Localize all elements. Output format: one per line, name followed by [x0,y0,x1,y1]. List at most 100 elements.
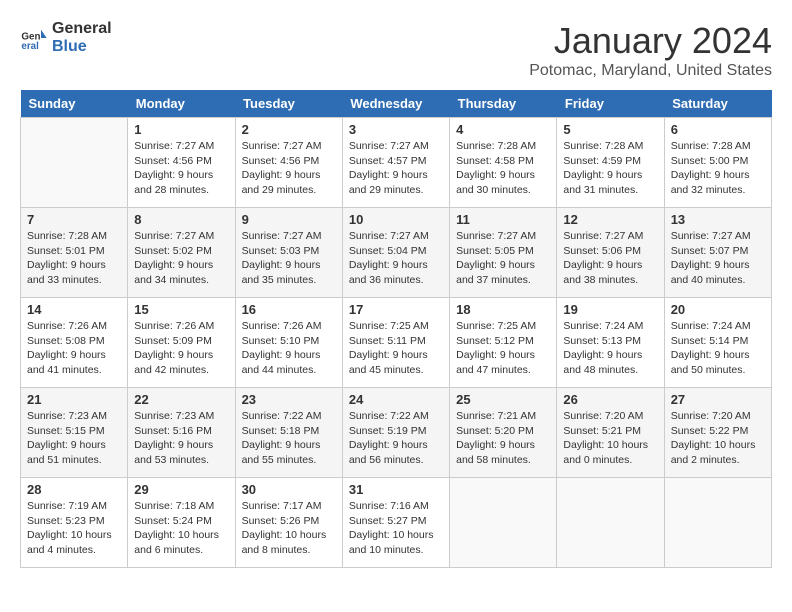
calendar-cell: 29 Sunrise: 7:18 AM Sunset: 5:24 PM Dayli… [128,478,235,568]
calendar-cell: 19 Sunrise: 7:24 AM Sunset: 5:13 PM Dayli… [557,298,664,388]
day-number: 7 [27,212,121,227]
day-number: 2 [242,122,336,137]
weekday-header: Monday [128,90,235,118]
day-info: Sunrise: 7:27 AM Sunset: 5:06 PM Dayligh… [563,229,657,288]
calendar-cell [450,478,557,568]
calendar-cell: 26 Sunrise: 7:20 AM Sunset: 5:21 PM Dayli… [557,388,664,478]
page-header: Gen eral General Blue January 2024 Potom… [20,20,772,80]
svg-text:eral: eral [21,41,39,52]
calendar-cell: 28 Sunrise: 7:19 AM Sunset: 5:23 PM Dayli… [21,478,128,568]
day-info: Sunrise: 7:26 AM Sunset: 5:09 PM Dayligh… [134,319,228,378]
day-info: Sunrise: 7:27 AM Sunset: 5:07 PM Dayligh… [671,229,765,288]
day-number: 26 [563,392,657,407]
day-info: Sunrise: 7:28 AM Sunset: 5:00 PM Dayligh… [671,139,765,198]
day-number: 10 [349,212,443,227]
calendar-cell: 24 Sunrise: 7:22 AM Sunset: 5:19 PM Dayli… [342,388,449,478]
calendar-week-row: 1 Sunrise: 7:27 AM Sunset: 4:56 PM Daylig… [21,118,772,208]
day-info: Sunrise: 7:23 AM Sunset: 5:16 PM Dayligh… [134,409,228,468]
day-number: 30 [242,482,336,497]
day-number: 5 [563,122,657,137]
day-number: 14 [27,302,121,317]
calendar-cell: 13 Sunrise: 7:27 AM Sunset: 5:07 PM Dayli… [664,208,771,298]
calendar-cell: 14 Sunrise: 7:26 AM Sunset: 5:08 PM Dayli… [21,298,128,388]
day-info: Sunrise: 7:27 AM Sunset: 5:04 PM Dayligh… [349,229,443,288]
calendar-cell: 4 Sunrise: 7:28 AM Sunset: 4:58 PM Daylig… [450,118,557,208]
weekday-header: Thursday [450,90,557,118]
calendar-cell: 6 Sunrise: 7:28 AM Sunset: 5:00 PM Daylig… [664,118,771,208]
day-number: 13 [671,212,765,227]
day-info: Sunrise: 7:24 AM Sunset: 5:14 PM Dayligh… [671,319,765,378]
calendar-cell: 18Sunrise: 7:25 AM Sunset: 5:12 PM Dayli… [450,298,557,388]
day-number: 22 [134,392,228,407]
calendar-body: 1 Sunrise: 7:27 AM Sunset: 4:56 PM Daylig… [21,118,772,568]
day-number: 8 [134,212,228,227]
calendar-week-row: 21 Sunrise: 7:23 AM Sunset: 5:15 PM Dayli… [21,388,772,478]
day-info: Sunrise: 7:20 AM Sunset: 5:21 PM Dayligh… [563,409,657,468]
weekday-header: Sunday [21,90,128,118]
calendar-cell [557,478,664,568]
calendar-cell: 27 Sunrise: 7:20 AM Sunset: 5:22 PM Dayli… [664,388,771,478]
day-info: Sunrise: 7:18 AM Sunset: 5:24 PM Dayligh… [134,499,228,558]
calendar-header-row: SundayMondayTuesdayWednesdayThursdayFrid… [21,90,772,118]
calendar-cell: 2 Sunrise: 7:27 AM Sunset: 4:56 PM Daylig… [235,118,342,208]
weekday-header: Saturday [664,90,771,118]
day-number: 6 [671,122,765,137]
day-info: Sunrise: 7:28 AM Sunset: 4:58 PM Dayligh… [456,139,550,198]
day-info: Sunrise: 7:27 AM Sunset: 4:56 PM Dayligh… [134,139,228,198]
day-number: 12 [563,212,657,227]
day-number: 9 [242,212,336,227]
calendar-table: SundayMondayTuesdayWednesdayThursdayFrid… [20,90,772,568]
day-number: 28 [27,482,121,497]
logo: Gen eral General Blue [20,20,112,55]
calendar-cell: 31 Sunrise: 7:16 AM Sunset: 5:27 PM Dayli… [342,478,449,568]
day-info: Sunrise: 7:26 AM Sunset: 5:08 PM Dayligh… [27,319,121,378]
day-info: Sunrise: 7:27 AM Sunset: 4:56 PM Dayligh… [242,139,336,198]
calendar-cell: 11Sunrise: 7:27 AM Sunset: 5:05 PM Dayli… [450,208,557,298]
calendar-cell: 12 Sunrise: 7:27 AM Sunset: 5:06 PM Dayli… [557,208,664,298]
calendar-cell: 16Sunrise: 7:26 AM Sunset: 5:10 PM Dayli… [235,298,342,388]
day-number: 29 [134,482,228,497]
day-info: Sunrise: 7:17 AM Sunset: 5:26 PM Dayligh… [242,499,336,558]
day-info: Sunrise: 7:28 AM Sunset: 5:01 PM Dayligh… [27,229,121,288]
calendar-cell [21,118,128,208]
day-number: 24 [349,392,443,407]
day-info: Sunrise: 7:27 AM Sunset: 5:03 PM Dayligh… [242,229,336,288]
title-block: January 2024 Potomac, Maryland, United S… [529,20,772,80]
weekday-header: Tuesday [235,90,342,118]
calendar-week-row: 7 Sunrise: 7:28 AM Sunset: 5:01 PM Daylig… [21,208,772,298]
calendar-cell: 21 Sunrise: 7:23 AM Sunset: 5:15 PM Dayli… [21,388,128,478]
day-number: 4 [456,122,550,137]
logo-icon: Gen eral [20,24,48,52]
day-info: Sunrise: 7:22 AM Sunset: 5:19 PM Dayligh… [349,409,443,468]
day-info: Sunrise: 7:19 AM Sunset: 5:23 PM Dayligh… [27,499,121,558]
calendar-cell: 30 Sunrise: 7:17 AM Sunset: 5:26 PM Dayli… [235,478,342,568]
day-number: 31 [349,482,443,497]
day-number: 3 [349,122,443,137]
day-number: 16 [242,302,336,317]
day-number: 21 [27,392,121,407]
day-number: 27 [671,392,765,407]
calendar-cell: 25Sunrise: 7:21 AM Sunset: 5:20 PM Dayli… [450,388,557,478]
calendar-cell: 23Sunrise: 7:22 AM Sunset: 5:18 PM Dayli… [235,388,342,478]
logo-line2: Blue [52,38,112,56]
day-info: Sunrise: 7:20 AM Sunset: 5:22 PM Dayligh… [671,409,765,468]
day-number: 19 [563,302,657,317]
day-info: Sunrise: 7:27 AM Sunset: 5:02 PM Dayligh… [134,229,228,288]
calendar-week-row: 14 Sunrise: 7:26 AM Sunset: 5:08 PM Dayli… [21,298,772,388]
day-number: 17 [349,302,443,317]
calendar-cell: 15Sunrise: 7:26 AM Sunset: 5:09 PM Dayli… [128,298,235,388]
calendar-subtitle: Potomac, Maryland, United States [529,62,772,80]
weekday-header: Wednesday [342,90,449,118]
day-info: Sunrise: 7:27 AM Sunset: 4:57 PM Dayligh… [349,139,443,198]
day-number: 11 [456,212,550,227]
day-info: Sunrise: 7:16 AM Sunset: 5:27 PM Dayligh… [349,499,443,558]
calendar-cell: 3 Sunrise: 7:27 AM Sunset: 4:57 PM Daylig… [342,118,449,208]
calendar-week-row: 28 Sunrise: 7:19 AM Sunset: 5:23 PM Dayli… [21,478,772,568]
day-info: Sunrise: 7:23 AM Sunset: 5:15 PM Dayligh… [27,409,121,468]
weekday-header: Friday [557,90,664,118]
day-info: Sunrise: 7:24 AM Sunset: 5:13 PM Dayligh… [563,319,657,378]
day-number: 20 [671,302,765,317]
day-info: Sunrise: 7:28 AM Sunset: 4:59 PM Dayligh… [563,139,657,198]
day-number: 1 [134,122,228,137]
day-info: Sunrise: 7:22 AM Sunset: 5:18 PM Dayligh… [242,409,336,468]
